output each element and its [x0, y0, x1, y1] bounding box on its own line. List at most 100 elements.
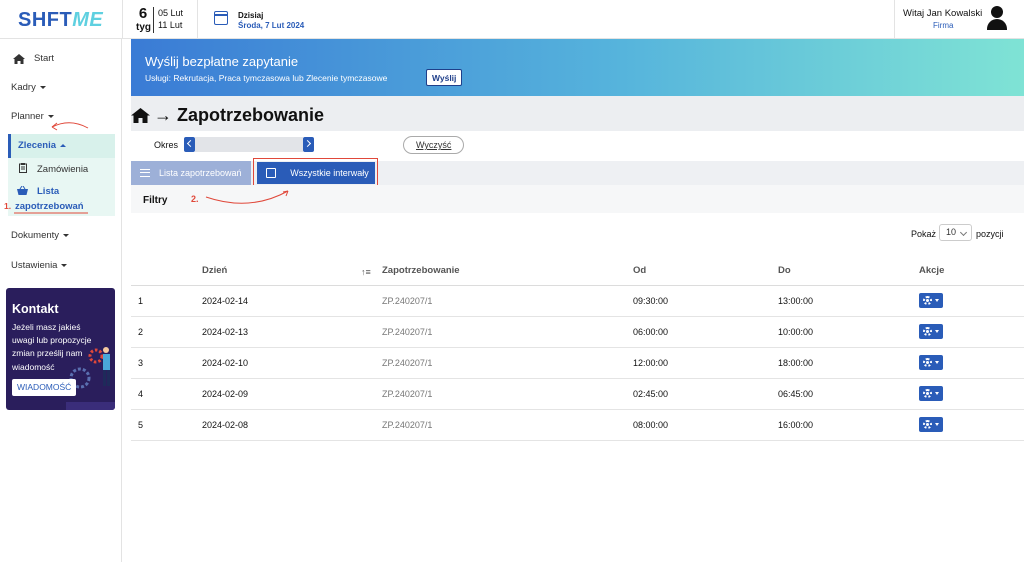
banner-services: Usługi: Rekrutacja, Praca tymczasowa lub…: [145, 73, 388, 83]
sidebar-item-planner[interactable]: Planner: [11, 111, 54, 122]
clipboard-icon: [19, 163, 27, 173]
period-label: Okres: [154, 140, 179, 150]
annotation-1: 1.: [4, 201, 12, 211]
contact-card: Kontakt Jeżeli masz jakieś uwagi lub pro…: [6, 288, 115, 410]
user-greeting: Witaj Jan Kowalski: [903, 8, 983, 19]
message-button[interactable]: WIADOMOŚĆ: [12, 379, 77, 396]
page-title: → Zapotrzebowanie: [154, 105, 324, 126]
filters-bar[interactable]: [131, 185, 1024, 213]
sidebar-item-zlecenia-label[interactable]: Zlecenia: [18, 140, 67, 151]
divider: [153, 7, 154, 33]
row-to: 06:45:00: [778, 389, 814, 399]
table-row[interactable]: 5 2024-02-08 ZP.240207/1 08:00:00 16:00:…: [131, 410, 1024, 441]
company-link[interactable]: Firma: [933, 21, 953, 30]
week-start: 05 Lut: [158, 8, 184, 18]
chevron-left-icon[interactable]: [184, 137, 195, 152]
today-date[interactable]: Środa, 7 Lut 2024: [238, 21, 304, 30]
tab-wszystkie-interwaly[interactable]: Wszystkie interwały: [257, 162, 375, 184]
chevron-down-icon: [63, 233, 70, 237]
list-icon: [140, 169, 150, 177]
chevron-down-icon: [47, 114, 54, 118]
column-header-actions: Akcje: [919, 265, 945, 276]
row-day: 2024-02-10: [202, 358, 249, 368]
sidebar-item-label: Dokumenty: [11, 230, 60, 241]
row-to: 16:00:00: [778, 420, 814, 430]
breadcrumb-arrow: →: [154, 105, 172, 125]
row-from: 02:45:00: [633, 389, 669, 399]
contact-text: Jeżeli masz jakieś uwagi lub propozycje …: [12, 322, 92, 372]
week-label: tyg: [136, 22, 151, 33]
row-actions-button[interactable]: [919, 386, 943, 401]
sidebar-item-label: Planner: [11, 111, 44, 122]
chevron-up-icon: [60, 143, 67, 147]
row-demand: ZP.240207/1: [382, 327, 433, 337]
row-day: 2024-02-13: [202, 327, 249, 337]
app-window: SHFTME 6 tyg 05 Lut 11 Lut Dzisiaj Środa…: [0, 0, 1024, 562]
sidebar-item-zamowienia[interactable]: Zamówienia: [37, 164, 88, 175]
row-actions-button[interactable]: [919, 355, 943, 370]
top-bar: SHFTME 6 tyg 05 Lut 11 Lut Dzisiaj Środa…: [0, 0, 1024, 39]
divider: [894, 0, 895, 39]
sidebar-item-dokumenty[interactable]: Dokumenty: [11, 230, 70, 241]
user-icon[interactable]: [986, 6, 1008, 30]
row-demand: ZP.240207/1: [382, 296, 433, 306]
chevron-down-icon: [61, 263, 68, 267]
row-from: 08:00:00: [633, 420, 669, 430]
row-to: 10:00:00: [778, 327, 814, 337]
sidebar-item-label: Zlecenia: [18, 140, 57, 151]
table-row[interactable]: 3 2024-02-10 ZP.240207/1 12:00:00 18:00:…: [131, 348, 1024, 379]
row-day: 2024-02-09: [202, 389, 249, 399]
sidebar-item-lista-line1[interactable]: Lista: [37, 186, 59, 197]
table-row[interactable]: 2 2024-02-13 ZP.240207/1 06:00:00 10:00:…: [131, 317, 1024, 348]
sidebar-item-start[interactable]: Start: [34, 53, 54, 64]
sort-icon[interactable]: ↑≡: [361, 267, 371, 277]
chevron-right-icon[interactable]: [303, 137, 314, 152]
column-header-from[interactable]: Od: [633, 265, 646, 276]
sidebar: Start Kadry Planner Zlecenia Zamówienia …: [0, 39, 122, 562]
sidebar-item-ustawienia[interactable]: Ustawienia: [11, 260, 68, 271]
chevron-down-icon: [39, 85, 46, 89]
page-size-suffix: pozycji: [976, 229, 1004, 239]
basket-icon: [17, 186, 28, 195]
column-header-day[interactable]: Dzień: [202, 265, 227, 276]
table-row[interactable]: 4 2024-02-09 ZP.240207/1 02:45:00 06:45:…: [131, 379, 1024, 410]
row-actions-button[interactable]: [919, 324, 943, 339]
row-actions-button[interactable]: [919, 293, 943, 308]
logo-text-a: SHFT: [18, 9, 73, 31]
row-number: 3: [138, 358, 144, 368]
clear-button[interactable]: Wyczyść: [403, 136, 465, 154]
contact-title: Kontakt: [12, 302, 59, 316]
main-content: Wyślij bezpłatne zapytanie Usługi: Rekru…: [131, 39, 1024, 562]
calendar-icon: [214, 11, 228, 25]
period-range[interactable]: [195, 137, 303, 152]
column-header-demand[interactable]: Zapotrzebowanie: [382, 265, 460, 276]
tab-label: Lista zapotrzebowań: [159, 168, 242, 178]
calendar-check-icon: [266, 168, 276, 178]
row-from: 12:00:00: [633, 358, 669, 368]
column-header-to[interactable]: Do: [778, 265, 791, 276]
banner-title: Wyślij bezpłatne zapytanie: [145, 54, 299, 69]
row-number: 2: [138, 327, 144, 337]
row-number: 1: [138, 296, 144, 306]
tab-label: Wszystkie interwały: [290, 168, 369, 178]
sidebar-item-kadry[interactable]: Kadry: [11, 82, 46, 93]
today-label: Dzisiaj: [238, 11, 264, 20]
home-icon[interactable]: [131, 108, 150, 123]
week-end: 11 Lut: [158, 20, 183, 30]
table-row[interactable]: 1 2024-02-14 ZP.240207/1 09:30:00 13:00:…: [131, 286, 1024, 317]
sidebar-item-lista-line2[interactable]: zapotrzebowań: [15, 201, 84, 212]
filters-toggle[interactable]: Filtry: [143, 195, 167, 206]
content-card: Okres Wyczyść Lista zapotrzebowań Wszyst…: [131, 131, 1024, 562]
page-size-select[interactable]: 10: [939, 224, 972, 241]
tab-lista-zapotrzebowan[interactable]: Lista zapotrzebowań: [131, 161, 251, 185]
annotation-2: 2.: [191, 194, 199, 204]
week-number: 6: [138, 5, 148, 22]
row-number: 4: [138, 389, 144, 399]
row-actions-button[interactable]: [919, 417, 943, 432]
divider: [197, 0, 198, 39]
logo[interactable]: SHFTME: [18, 9, 103, 32]
row-to: 18:00:00: [778, 358, 814, 368]
send-inquiry-button[interactable]: Wyślij: [426, 69, 463, 86]
row-day: 2024-02-14: [202, 296, 249, 306]
row-demand: ZP.240207/1: [382, 420, 433, 430]
